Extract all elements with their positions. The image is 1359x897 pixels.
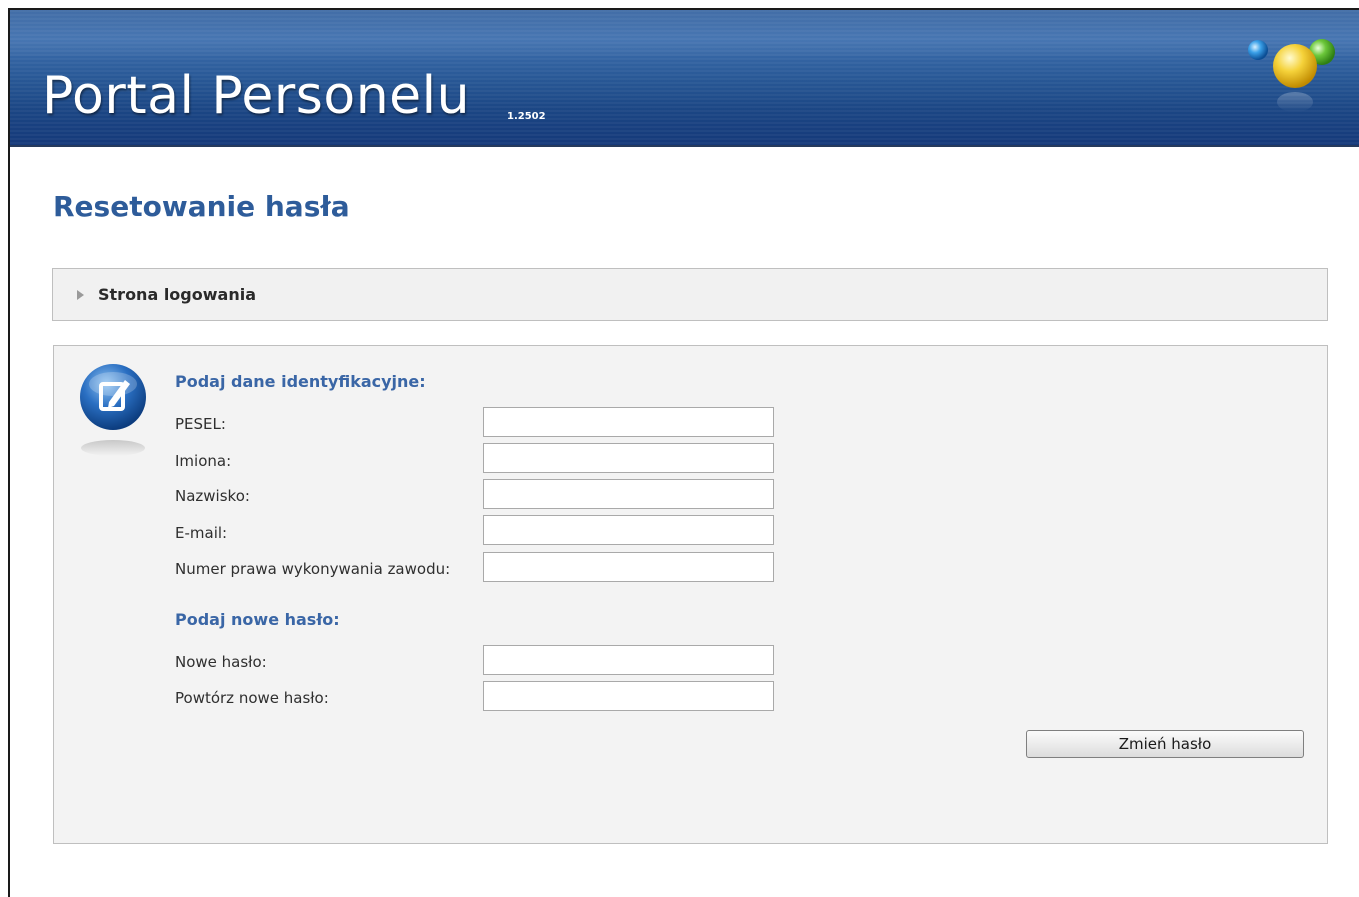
login-page-link-box[interactable]: Strona logowania <box>52 268 1328 321</box>
header-banner: Portal Personelu 1.2502 <box>10 10 1359 147</box>
new-password-input[interactable] <box>483 645 774 675</box>
license-number-input[interactable] <box>483 552 774 582</box>
surname-label: Nazwisko: <box>175 487 250 505</box>
app-title: Portal Personelu <box>42 66 471 126</box>
pesel-label: PESEL: <box>175 415 226 433</box>
license-number-label: Numer prawa wykonywania zawodu: <box>175 560 451 578</box>
browser-viewport: Portal Personelu 1.2502 Resetowanie hasł… <box>8 8 1359 897</box>
new-password-label: Nowe hasło: <box>175 653 267 671</box>
new-password-section-title: Podaj nowe hasło: <box>175 610 340 629</box>
identification-section-title: Podaj dane identyfikacyjne: <box>175 372 426 391</box>
login-page-link[interactable]: Strona logowania <box>98 285 256 304</box>
repeat-password-input[interactable] <box>483 681 774 711</box>
first-names-label: Imiona: <box>175 452 232 470</box>
surname-input[interactable] <box>483 479 774 509</box>
email-input[interactable] <box>483 515 774 545</box>
first-names-input[interactable] <box>483 443 774 473</box>
app-version: 1.2502 <box>507 111 546 122</box>
edit-document-icon <box>80 364 146 456</box>
triangle-right-icon <box>77 290 84 300</box>
colored-balls-logo-icon <box>1248 39 1335 112</box>
change-password-button[interactable]: Zmień hasło <box>1026 730 1304 758</box>
repeat-password-label: Powtórz nowe hasło: <box>175 689 329 707</box>
email-label: E-mail: <box>175 524 228 542</box>
reset-password-form: Podaj dane identyfikacyjne: PESEL: Imion… <box>53 345 1328 844</box>
page-title: Resetowanie hasła <box>53 190 350 223</box>
pesel-input[interactable] <box>483 407 774 437</box>
